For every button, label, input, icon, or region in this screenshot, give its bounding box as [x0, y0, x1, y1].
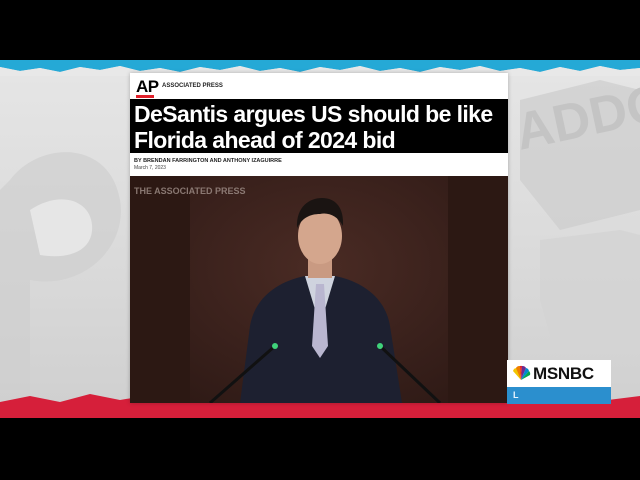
headline-line-1: DeSantis argues US should be like: [134, 101, 493, 127]
photo-watermark: THE ASSOCIATED PRESS: [134, 186, 246, 196]
live-label: L: [513, 390, 519, 400]
msnbc-wordmark: MSNBC: [533, 364, 594, 383]
msnbc-logo: MSNBC: [507, 360, 611, 387]
msnbc-bug: MSNBC L: [507, 360, 611, 404]
ap-logo-underline: [136, 95, 154, 98]
letterbox-bottom: [0, 418, 640, 480]
letterbox-top: [0, 0, 640, 60]
headline: DeSantis argues US should be like Florid…: [134, 101, 506, 153]
headline-line-2: Florida ahead of 2024 bid: [134, 127, 396, 153]
article-card: AP ASSOCIATED PRESS DeSantis argues US s…: [130, 73, 508, 403]
byline: BY BRENDAN FARRINGTON AND ANTHONY IZAGUI…: [134, 158, 282, 164]
peacock-icon: [513, 365, 531, 380]
live-strip: L: [507, 387, 611, 404]
article-header: AP ASSOCIATED PRESS DeSantis argues US s…: [130, 73, 508, 171]
ap-logo: AP: [136, 77, 159, 96]
article-date: March 7, 2023: [134, 165, 166, 171]
source-label: ASSOCIATED PRESS: [162, 83, 223, 89]
article-photo: THE ASSOCIATED PRESS: [130, 176, 508, 403]
photo-illustration: [130, 176, 508, 403]
